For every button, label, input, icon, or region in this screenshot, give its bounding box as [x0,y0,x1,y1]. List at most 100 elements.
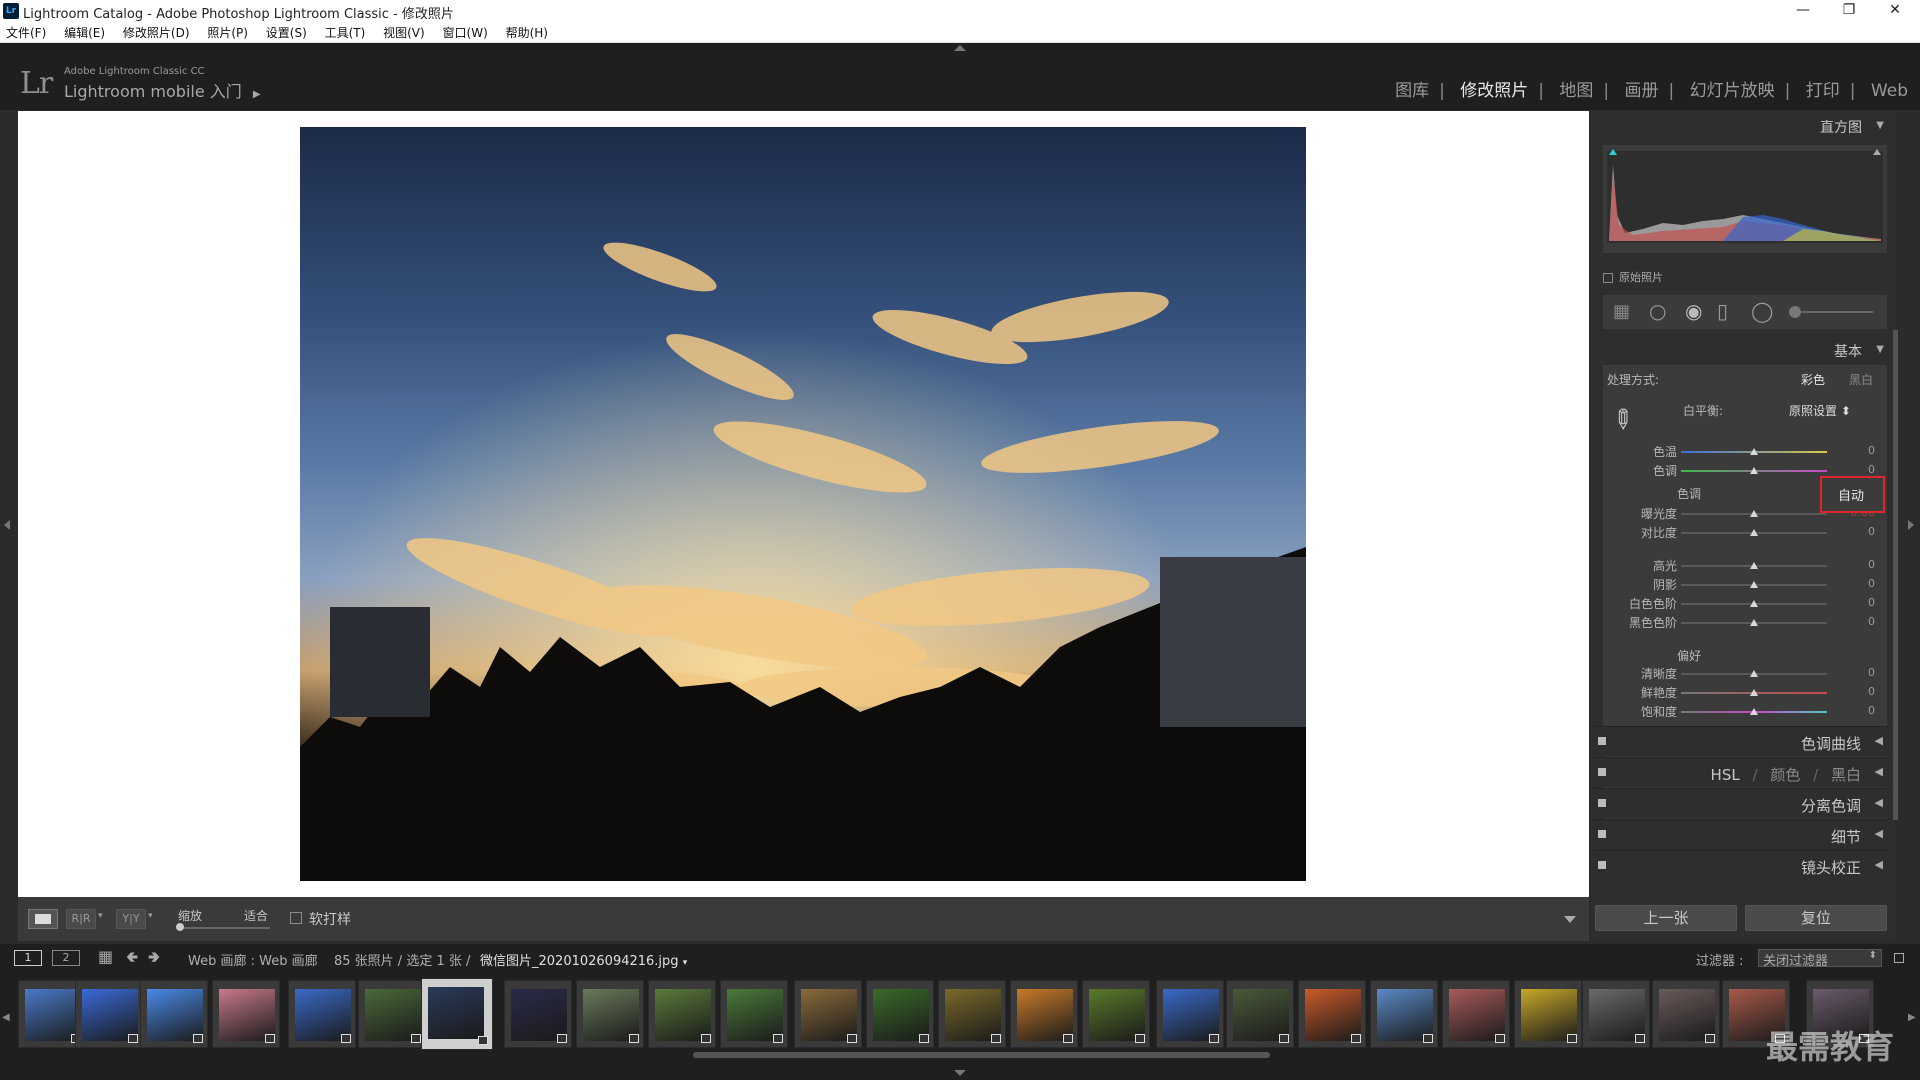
minimize-button[interactable]: — [1780,0,1826,22]
detail-panel[interactable]: 细节 ◀ [1594,819,1891,849]
clarity-value[interactable]: 0 [1845,666,1875,679]
menu-help[interactable]: 帮助(H) [506,22,548,41]
back-arrow-icon[interactable]: 🢀 [126,947,138,972]
filmstrip-thumbnail[interactable] [288,980,356,1048]
red-eye-icon[interactable]: ◉ [1685,299,1702,323]
panel-switch-icon[interactable] [1598,737,1606,745]
loupe-view-button[interactable] [28,909,58,929]
tone-curve-panel[interactable]: 色调曲线 ◀ [1594,726,1891,756]
filmstrip-thumbnail[interactable] [720,980,788,1048]
expand-triangle-icon[interactable]: ◀ [1875,734,1883,747]
whites-value[interactable]: 0 [1845,596,1875,609]
softproof-checkbox[interactable] [290,912,302,924]
menu-photo[interactable]: 照片(P) [207,22,248,41]
panel-switch-icon[interactable] [1598,799,1606,807]
tint-value[interactable]: 0 [1845,463,1875,476]
before-after-button[interactable]: R|R [66,909,96,929]
filmstrip-thumbnail[interactable] [212,980,280,1048]
before-after-swap-button[interactable]: Y|Y [116,909,146,929]
dropdown-arrow-icon[interactable]: ▾ [98,911,103,921]
clarity-slider-knob[interactable] [1750,670,1758,677]
primary-window-button[interactable]: 1 [14,950,42,966]
collapse-triangle-icon[interactable]: ▼ [1876,120,1884,131]
filmstrip-scroll-right-icon[interactable]: ▶ [1908,1012,1916,1023]
original-photo-checkbox[interactable] [1603,273,1613,283]
menu-settings[interactable]: 设置(S) [266,22,307,41]
graduated-filter-icon[interactable]: ▯ [1717,299,1728,323]
spot-removal-icon[interactable]: ○ [1649,299,1666,323]
filter-select[interactable]: 关闭过滤器 ⬍ [1758,949,1882,969]
restore-button[interactable]: ❐ [1826,0,1872,22]
filmstrip-thumbnail[interactable] [504,980,572,1048]
menu-edit[interactable]: 编辑(E) [64,22,105,41]
left-panel-toggle-icon[interactable] [4,520,10,530]
saturation-value[interactable]: 0 [1845,704,1875,717]
filmstrip-thumbnail[interactable] [1370,980,1438,1048]
panel-switch-icon[interactable] [1598,768,1606,776]
menu-tools[interactable]: 工具(T) [325,22,366,41]
treatment-color-option[interactable]: 彩色 [1801,371,1825,388]
main-photo[interactable] [300,127,1306,881]
filmstrip-thumbnail[interactable] [648,980,716,1048]
highlights-value[interactable]: 0 [1845,558,1875,571]
hsl-tab[interactable]: HSL [1711,766,1740,784]
filmstrip-thumbnail[interactable] [1652,980,1720,1048]
hsl-bw-tab[interactable]: 黑白 [1831,766,1861,784]
filmstrip-thumbnail[interactable] [1156,980,1224,1048]
filmstrip-thumbnail[interactable] [1298,980,1366,1048]
temp-slider-knob[interactable] [1750,448,1758,455]
filmstrip-thumbnail[interactable] [1442,980,1510,1048]
module-map[interactable]: 地图 [1559,76,1593,101]
crop-grid-icon[interactable]: ▦ [1613,301,1630,322]
split-toning-panel[interactable]: 分离色调 ◀ [1594,788,1891,818]
collapse-top-panel-icon[interactable] [954,45,966,51]
expand-triangle-icon[interactable]: ◀ [1875,765,1883,778]
menu-view[interactable]: 视图(V) [383,22,425,41]
filmstrip-source[interactable]: Web 画廊 : Web 画廊 [188,950,318,969]
filmstrip-thumbnail[interactable] [358,980,426,1048]
hsl-color-tab[interactable]: 颜色 [1770,766,1800,784]
lens-correction-panel[interactable]: 镜头校正 ◀ [1594,850,1891,880]
vibrance-value[interactable]: 0 [1845,685,1875,698]
filmstrip-thumbnail[interactable] [421,978,493,1050]
module-print[interactable]: 打印 [1806,76,1840,101]
filmstrip-thumbnail[interactable] [866,980,934,1048]
reset-button[interactable]: 复位 [1745,905,1887,931]
blacks-value[interactable]: 0 [1845,615,1875,628]
saturation-slider-knob[interactable] [1750,708,1758,715]
filmstrip-thumbnail[interactable] [140,980,208,1048]
grid-view-icon[interactable]: ▦ [98,947,113,966]
filmstrip-thumbnail[interactable] [75,980,143,1048]
collapse-triangle-icon[interactable]: ▼ [1876,344,1884,355]
histogram-box[interactable] [1603,145,1887,253]
identity-plate-mobile[interactable]: Lightroom mobile 入门 ▶ [64,78,261,102]
filmstrip-thumbnail[interactable] [1514,980,1582,1048]
filmstrip-thumbnail[interactable] [794,980,862,1048]
treatment-bw-option[interactable]: 黑白 [1849,371,1873,388]
filmstrip-scroll-left-icon[interactable]: ◀ [2,1012,10,1023]
zoom-slider[interactable] [178,927,270,929]
module-library[interactable]: 图库 [1395,76,1429,101]
panel-switch-icon[interactable] [1598,861,1606,869]
white-balance-select[interactable]: 原照设置 ⬍ [1789,402,1851,419]
vibrance-slider-knob[interactable] [1750,689,1758,696]
menu-window[interactable]: 窗口(W) [443,22,488,41]
module-slideshow[interactable]: 幻灯片放映 [1690,76,1775,101]
highlights-slider-knob[interactable] [1750,562,1758,569]
secondary-window-button[interactable]: 2 [52,950,80,966]
filmstrip-thumbnail[interactable] [1582,980,1650,1048]
adjustment-brush-icon[interactable] [1789,306,1801,318]
toolbar-content-menu-icon[interactable] [1564,916,1576,923]
panel-switch-icon[interactable] [1598,830,1606,838]
whites-slider-knob[interactable] [1750,600,1758,607]
filter-lock-icon[interactable] [1894,953,1904,963]
filmstrip-thumbnail[interactable] [938,980,1006,1048]
collapse-bottom-panel-icon[interactable] [954,1070,966,1076]
module-book[interactable]: 画册 [1625,76,1659,101]
current-filename[interactable]: 微信图片_20201026094216.jpg ▾ [480,950,687,969]
right-panel-toggle-icon[interactable] [1908,520,1914,530]
expand-triangle-icon[interactable]: ◀ [1875,827,1883,840]
filmstrip-thumbnail[interactable] [576,980,644,1048]
filmstrip-thumbnail[interactable] [1226,980,1294,1048]
hsl-panel[interactable]: HSL / 颜色 / 黑白 ◀ [1594,757,1891,787]
